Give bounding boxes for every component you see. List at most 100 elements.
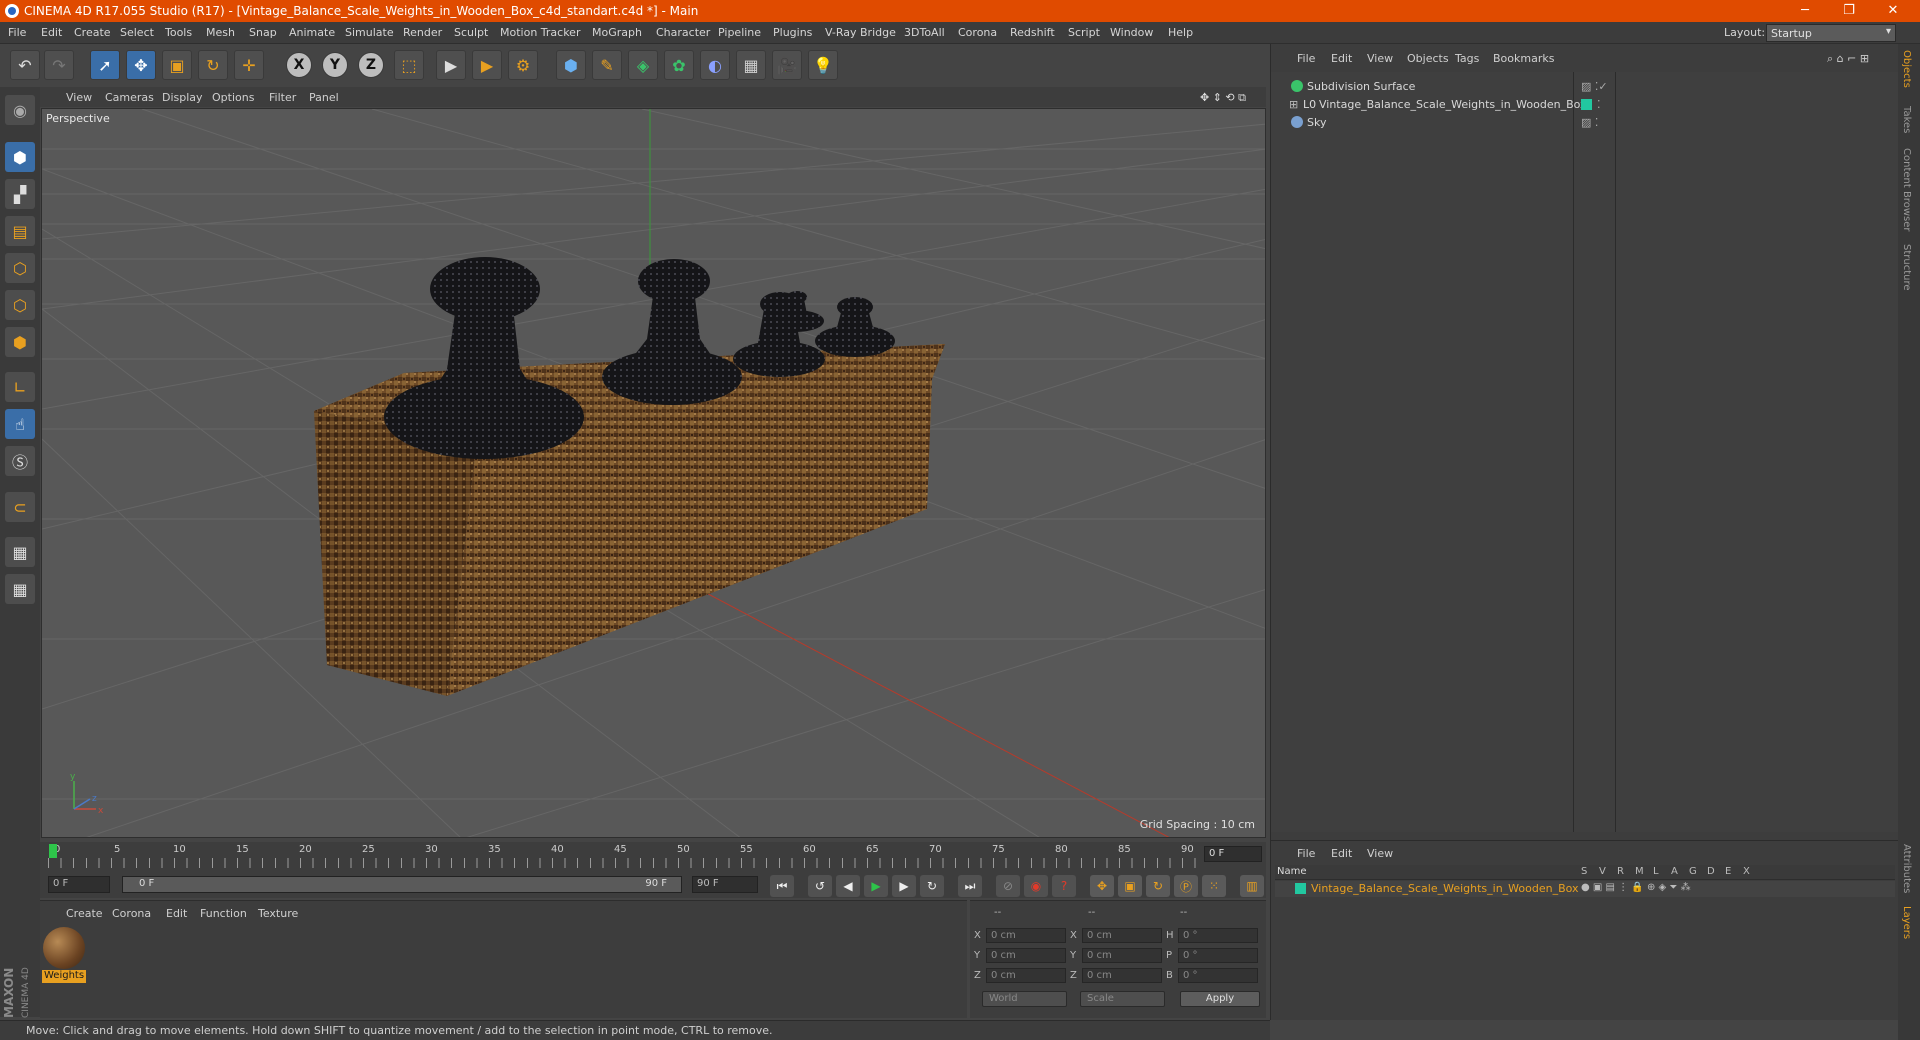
polygons-mode-icon[interactable]: ⬢ — [5, 327, 35, 357]
apply-button[interactable]: Apply — [1180, 991, 1260, 1007]
scale-tool-icon[interactable]: ▣ — [162, 50, 192, 80]
menu-mesh[interactable]: Mesh — [206, 26, 235, 39]
layer-row[interactable]: Vintage_Balance_Scale_Weights_in_Wooden_… — [1275, 881, 1895, 897]
live-selection-icon[interactable]: ➚ — [90, 50, 120, 80]
coordinate-space-dropdown[interactable]: World — [982, 991, 1067, 1007]
go-to-end-icon[interactable]: ⏭ — [958, 875, 982, 897]
column-header[interactable]: G — [1689, 866, 1697, 877]
menu-render[interactable]: Render — [403, 26, 442, 39]
cube-object-icon[interactable]: ⬢ — [556, 50, 586, 80]
timeline[interactable]: 0 5 10 15 20 25 30 35 40 45 50 55 60 65 … — [40, 842, 1266, 872]
menu-edit[interactable]: Edit — [41, 26, 62, 39]
menu-corona[interactable]: Corona — [958, 26, 997, 39]
expand-icon[interactable]: ⊞ — [1289, 98, 1298, 111]
workplane-lock-icon[interactable]: ▦ — [5, 537, 35, 567]
column-header[interactable]: S — [1581, 866, 1587, 877]
tab-attributes[interactable]: Attributes — [1901, 844, 1912, 893]
snap-icon[interactable]: ⊂ — [5, 492, 35, 522]
restore-button[interactable]: ❐ — [1834, 2, 1864, 20]
menu-redshift[interactable]: Redshift — [1010, 26, 1055, 39]
rotation-b-field[interactable]: 0 ° — [1178, 968, 1258, 983]
material-name[interactable]: Weights — [42, 970, 86, 983]
tab-content-browser[interactable]: Content Browser — [1901, 148, 1912, 231]
key-position-icon[interactable]: ✥ — [1090, 875, 1114, 897]
menu-plugins[interactable]: Plugins — [773, 26, 812, 39]
object-menu-file[interactable]: File — [1297, 52, 1315, 65]
render-view-icon[interactable]: ▶ — [436, 50, 466, 80]
deformer-icon[interactable]: ◐ — [700, 50, 730, 80]
x-axis-lock-icon[interactable]: X — [286, 52, 312, 78]
menu-select[interactable]: Select — [120, 26, 154, 39]
menu-animate[interactable]: Animate — [289, 26, 335, 39]
tab-layers[interactable]: Layers — [1901, 906, 1912, 939]
position-z-field[interactable]: 0 cm — [986, 968, 1066, 983]
menu-vray-bridge[interactable]: V-Ray Bridge — [825, 26, 896, 39]
menu-script[interactable]: Script — [1068, 26, 1100, 39]
menu-simulate[interactable]: Simulate — [345, 26, 394, 39]
coordinate-system-icon[interactable]: ⬚ — [394, 50, 424, 80]
axis-mode-icon[interactable]: ∟ — [5, 372, 35, 402]
transform-tool-icon[interactable]: ✛ — [234, 50, 264, 80]
end-frame-field[interactable]: 90 F — [692, 876, 758, 893]
object-row[interactable]: Subdivision Surface ▨ ⁚✓ — [1275, 78, 1895, 96]
menu-snap[interactable]: Snap — [249, 26, 277, 39]
play-forward-icon[interactable]: ▶ — [864, 875, 888, 897]
key-parameter-icon[interactable]: Ⓟ — [1174, 875, 1198, 897]
edges-mode-icon[interactable]: ⬡ — [5, 290, 35, 320]
key-rotation-icon[interactable]: ↻ — [1146, 875, 1170, 897]
column-header[interactable]: V — [1599, 866, 1606, 877]
object-manager-tools-icons[interactable]: ⌕ ⌂ ⌐ ⊞ — [1827, 52, 1869, 66]
column-header[interactable]: D — [1707, 866, 1715, 877]
column-header[interactable]: X — [1743, 866, 1750, 877]
material-menu-edit[interactable]: Edit — [166, 907, 187, 920]
start-frame-field[interactable]: 0 F — [48, 876, 110, 893]
object-menu-bookmarks[interactable]: Bookmarks — [1493, 52, 1554, 65]
layer-menu-edit[interactable]: Edit — [1331, 847, 1352, 860]
undo-icon[interactable]: ↶ — [10, 50, 40, 80]
layer-menu-file[interactable]: File — [1297, 847, 1315, 860]
rotation-p-field[interactable]: 0 ° — [1178, 948, 1258, 963]
tweak-mode-icon[interactable]: ☝ — [5, 409, 35, 439]
layer-color-tag[interactable] — [1581, 99, 1592, 110]
material-menu-create[interactable]: Create — [66, 907, 103, 920]
object-menu-edit[interactable]: Edit — [1331, 52, 1352, 65]
layer-toggle-icons[interactable]: ● ▣ ▤ ⋮ 🔒 ⊕ ◈ ⏷ ⁂ — [1581, 882, 1691, 893]
visibility-toggle-icon[interactable]: ▨ ⁚ — [1581, 116, 1598, 129]
cloner-icon[interactable]: ✿ — [664, 50, 694, 80]
column-header[interactable]: E — [1725, 866, 1731, 877]
material-menu-corona[interactable]: Corona — [112, 907, 151, 920]
column-header[interactable]: A — [1671, 866, 1678, 877]
menu-sculpt[interactable]: Sculpt — [454, 26, 488, 39]
object-menu-objects[interactable]: Objects — [1407, 52, 1449, 65]
object-menu-tags[interactable]: Tags — [1455, 52, 1479, 65]
object-menu-view[interactable]: View — [1367, 52, 1393, 65]
object-row[interactable]: Sky ▨ ⁚ — [1275, 114, 1895, 132]
perspective-viewport[interactable]: y z x Perspective Grid Spacing : 10 cm — [41, 108, 1266, 838]
visibility-dots-icon[interactable]: ⁚ — [1597, 98, 1601, 111]
y-axis-lock-icon[interactable]: Y — [322, 52, 348, 78]
menu-file[interactable]: File — [8, 26, 26, 39]
light-object-icon[interactable]: 💡 — [808, 50, 838, 80]
menu-window[interactable]: Window — [1110, 26, 1153, 39]
motion-path-icon[interactable]: ⊘ — [996, 875, 1020, 897]
layout-dropdown[interactable]: Startup — [1766, 24, 1896, 42]
size-z-field[interactable]: 0 cm — [1082, 968, 1162, 983]
menu-pipeline[interactable]: Pipeline — [718, 26, 761, 39]
layer-name[interactable]: Vintage_Balance_Scale_Weights_in_Wooden_… — [1311, 882, 1579, 895]
material-menu-texture[interactable]: Texture — [258, 907, 298, 920]
material-preview[interactable] — [43, 927, 85, 969]
menu-3dtoall[interactable]: 3DToAll — [904, 26, 945, 39]
menu-help[interactable]: Help — [1168, 26, 1193, 39]
previous-frame-icon[interactable]: ◀ — [836, 875, 860, 897]
render-picture-viewer-icon[interactable]: ▶ — [472, 50, 502, 80]
solo-mode-icon[interactable]: Ⓢ — [5, 446, 35, 476]
model-mode-icon[interactable]: ⬢ — [5, 142, 35, 172]
viewport-menu-cameras[interactable]: Cameras — [105, 91, 154, 104]
close-button[interactable]: ✕ — [1878, 2, 1908, 20]
texture-mode-icon[interactable]: ▞ — [5, 179, 35, 209]
next-key-icon[interactable]: ↻ — [920, 875, 944, 897]
menu-motion-tracker[interactable]: Motion Tracker — [500, 26, 580, 39]
render-settings-icon[interactable]: ⚙ — [508, 50, 538, 80]
menu-character[interactable]: Character — [656, 26, 710, 39]
move-tool-icon[interactable]: ✥ — [126, 50, 156, 80]
